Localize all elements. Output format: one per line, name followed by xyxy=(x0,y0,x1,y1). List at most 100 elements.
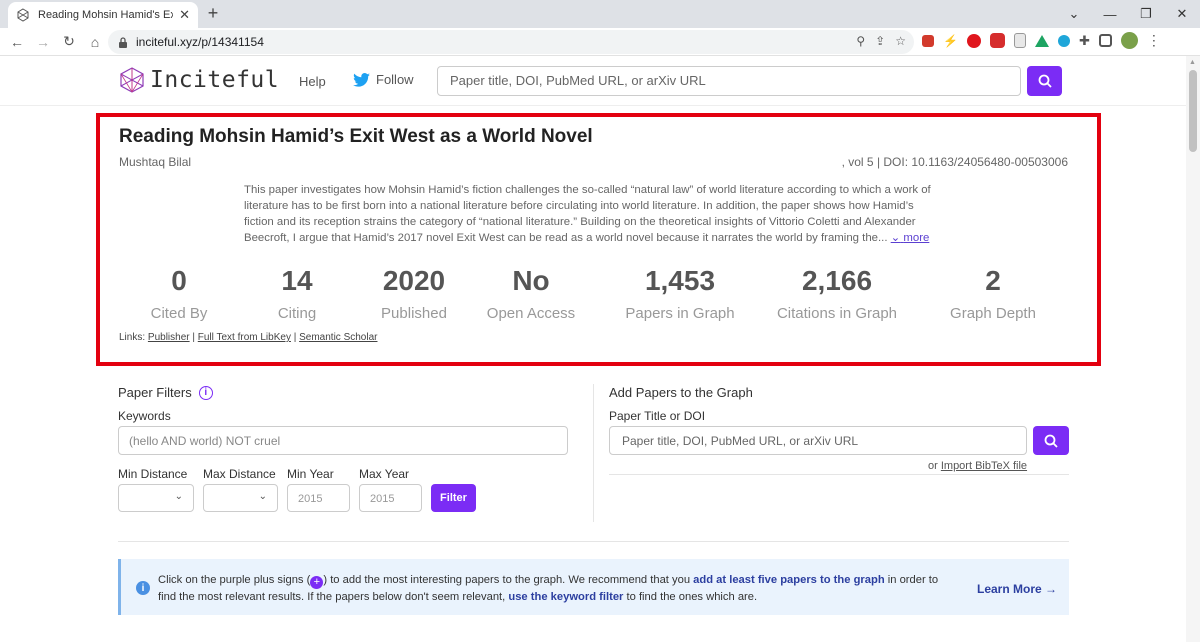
scroll-up-icon[interactable]: ▲ xyxy=(1189,59,1196,66)
paper-details-card: Reading Mohsin Hamid’s Exit West as a Wo… xyxy=(96,113,1101,366)
inciteful-logo-icon xyxy=(120,67,144,93)
import-divider xyxy=(609,474,1069,475)
max-distance-select[interactable]: ⌄ xyxy=(203,484,278,512)
stat-value: No xyxy=(512,265,550,296)
min-year-input[interactable]: 2015 xyxy=(287,484,350,512)
browser-menu-icon[interactable]: ⋮ xyxy=(1147,32,1161,49)
semantic-scholar-link[interactable]: Semantic Scholar xyxy=(299,332,377,343)
paper-abstract: This paper investigates how Mohsin Hamid… xyxy=(244,182,944,246)
stat-open-access: No Open Access xyxy=(451,265,611,322)
scrollbar-thumb[interactable] xyxy=(1189,70,1197,152)
twitter-icon xyxy=(353,72,370,87)
stat-papers-in-graph: 1,453 Papers in Graph xyxy=(600,265,760,322)
import-bibtex-link[interactable]: Import BibTeX file xyxy=(941,460,1027,472)
adblock-plus-icon[interactable] xyxy=(989,33,1005,48)
min-distance-label: Min Distance xyxy=(118,467,188,481)
banner-emphasis-2: use the keyword filter xyxy=(508,591,624,603)
import-bibtex: or Import BibTeX file xyxy=(928,460,1027,472)
info-icon[interactable]: i xyxy=(198,385,213,400)
stat-citations-in-graph: 2,166 Citations in Graph xyxy=(757,265,917,322)
stat-value: 2 xyxy=(985,265,1001,296)
banner-emphasis-1: add at least five papers to the graph xyxy=(693,574,885,586)
inciteful-favicon-icon xyxy=(17,8,29,22)
forward-icon[interactable]: → xyxy=(30,34,56,50)
help-link[interactable]: Help xyxy=(299,74,326,89)
minimize-icon[interactable]: — xyxy=(1092,7,1128,22)
learn-more-link[interactable]: Learn More → xyxy=(977,582,1057,596)
browser-toolbar: ← → ↻ ⌂ inciteful.xyz/p/14341154 ⚲ ⇪ ☆ ⚡… xyxy=(0,28,1200,56)
add-papers-title: Add Papers to the Graph xyxy=(609,385,753,400)
info-icon: i xyxy=(136,581,150,595)
tab-close-icon[interactable]: ✕ xyxy=(179,7,190,23)
paper-links: Links: Publisher | Full Text from LibKey… xyxy=(119,332,378,343)
reload-icon[interactable]: ↻ xyxy=(56,33,82,50)
more-toggle[interactable]: ⌄ more xyxy=(891,232,930,244)
stat-label: Papers in Graph xyxy=(625,305,735,322)
profile-avatar[interactable] xyxy=(1120,32,1138,49)
logo-text: Inciteful xyxy=(150,67,280,93)
publisher-link[interactable]: Publisher xyxy=(148,332,190,343)
home-icon[interactable]: ⌂ xyxy=(82,34,108,50)
stat-graph-depth: 2 Graph Depth xyxy=(913,265,1073,322)
stat-label: Open Access xyxy=(486,305,576,322)
section-divider xyxy=(118,541,1069,542)
lock-icon xyxy=(119,36,127,48)
google-drive-icon[interactable] xyxy=(1034,34,1049,47)
paper-author[interactable]: Mushtaq Bilal xyxy=(119,155,191,169)
stat-label: Citations in Graph xyxy=(776,305,898,322)
plus-icon: + xyxy=(310,576,324,589)
stat-value: 1,453 xyxy=(644,265,716,296)
links-label: Links: xyxy=(119,332,146,343)
paper-title-doi-label: Paper Title or DOI xyxy=(609,409,706,423)
follow-link[interactable]: Follow xyxy=(353,72,414,87)
chevron-down-icon: ⌄ xyxy=(890,232,901,244)
add-paper-search-button[interactable] xyxy=(1033,426,1069,455)
abstract-text: This paper investigates how Mohsin Hamid… xyxy=(244,184,931,244)
add-paper-input[interactable]: Paper title, DOI, PubMed URL, or arXiv U… xyxy=(609,426,1027,455)
side-panel-icon[interactable] xyxy=(1098,34,1112,47)
header-search-button[interactable] xyxy=(1027,66,1062,96)
site-header: Inciteful Help Follow Paper title, DOI, … xyxy=(0,56,1186,106)
min-year-label: Min Year xyxy=(287,467,334,481)
new-tab-icon[interactable]: + xyxy=(203,3,223,24)
site-logo[interactable]: Inciteful xyxy=(118,66,279,94)
chevron-down-icon: ⌄ xyxy=(258,491,267,502)
paper-title: Reading Mohsin Hamid’s Exit West as a Wo… xyxy=(119,126,593,147)
search-icon xyxy=(1038,74,1052,88)
tab-search-icon[interactable]: ⌄ xyxy=(1056,6,1092,22)
extensions-puzzle-icon[interactable]: ✚ xyxy=(1079,33,1090,49)
paper-filters-heading: Paper Filters i xyxy=(118,385,213,400)
extension-circle-icon[interactable] xyxy=(1057,34,1070,47)
url-text: inciteful.xyz/p/14341154 xyxy=(136,35,264,49)
libkey-link[interactable]: Full Text from LibKey xyxy=(198,332,291,343)
stat-value: 2,166 xyxy=(801,265,873,296)
chevron-down-icon: ⌄ xyxy=(174,491,183,502)
max-year-label: Max Year xyxy=(359,467,410,481)
extension-red-icon[interactable] xyxy=(922,34,934,47)
bookmark-star-icon[interactable]: ☆ xyxy=(895,34,906,48)
import-prefix: or xyxy=(928,460,941,472)
stat-label: Graph Depth xyxy=(950,305,1036,322)
browser-tab[interactable]: Reading Mohsin Hamid's Exit We ✕ xyxy=(8,2,198,28)
info-banner: i Click on the purple plus signs (+) to … xyxy=(118,559,1069,615)
follow-label: Follow xyxy=(376,72,414,87)
paper-filters-title: Paper Filters xyxy=(118,385,192,400)
share-icon[interactable]: ⇪ xyxy=(875,34,885,48)
close-window-icon[interactable]: ✕ xyxy=(1164,6,1200,22)
header-search-input[interactable]: Paper title, DOI, PubMed URL, or arXiv U… xyxy=(437,66,1021,96)
filter-button[interactable]: Filter xyxy=(431,484,476,512)
extension-opera-icon[interactable] xyxy=(966,33,981,48)
keywords-input[interactable]: (hello AND world) NOT cruel xyxy=(118,426,568,455)
address-bar[interactable]: inciteful.xyz/p/14341154 ⚲ ⇪ ☆ xyxy=(108,30,914,54)
min-distance-select[interactable]: ⌄ xyxy=(118,484,194,512)
tab-title: Reading Mohsin Hamid's Exit We xyxy=(38,9,174,21)
search-icon xyxy=(1044,434,1058,448)
zoom-icon[interactable]: ⚲ xyxy=(856,34,865,48)
back-icon[interactable]: ← xyxy=(4,34,30,50)
max-year-input[interactable]: 2015 xyxy=(359,484,422,512)
page-scrollbar[interactable]: ▲ xyxy=(1186,56,1200,642)
restore-icon[interactable]: ❐ xyxy=(1128,6,1164,22)
browser-tab-bar: Reading Mohsin Hamid's Exit We ✕ + ⌄ — ❐… xyxy=(0,0,1200,28)
extension-doc-icon[interactable] xyxy=(1013,33,1026,48)
extension-bolt-icon[interactable]: ⚡ xyxy=(943,34,958,48)
